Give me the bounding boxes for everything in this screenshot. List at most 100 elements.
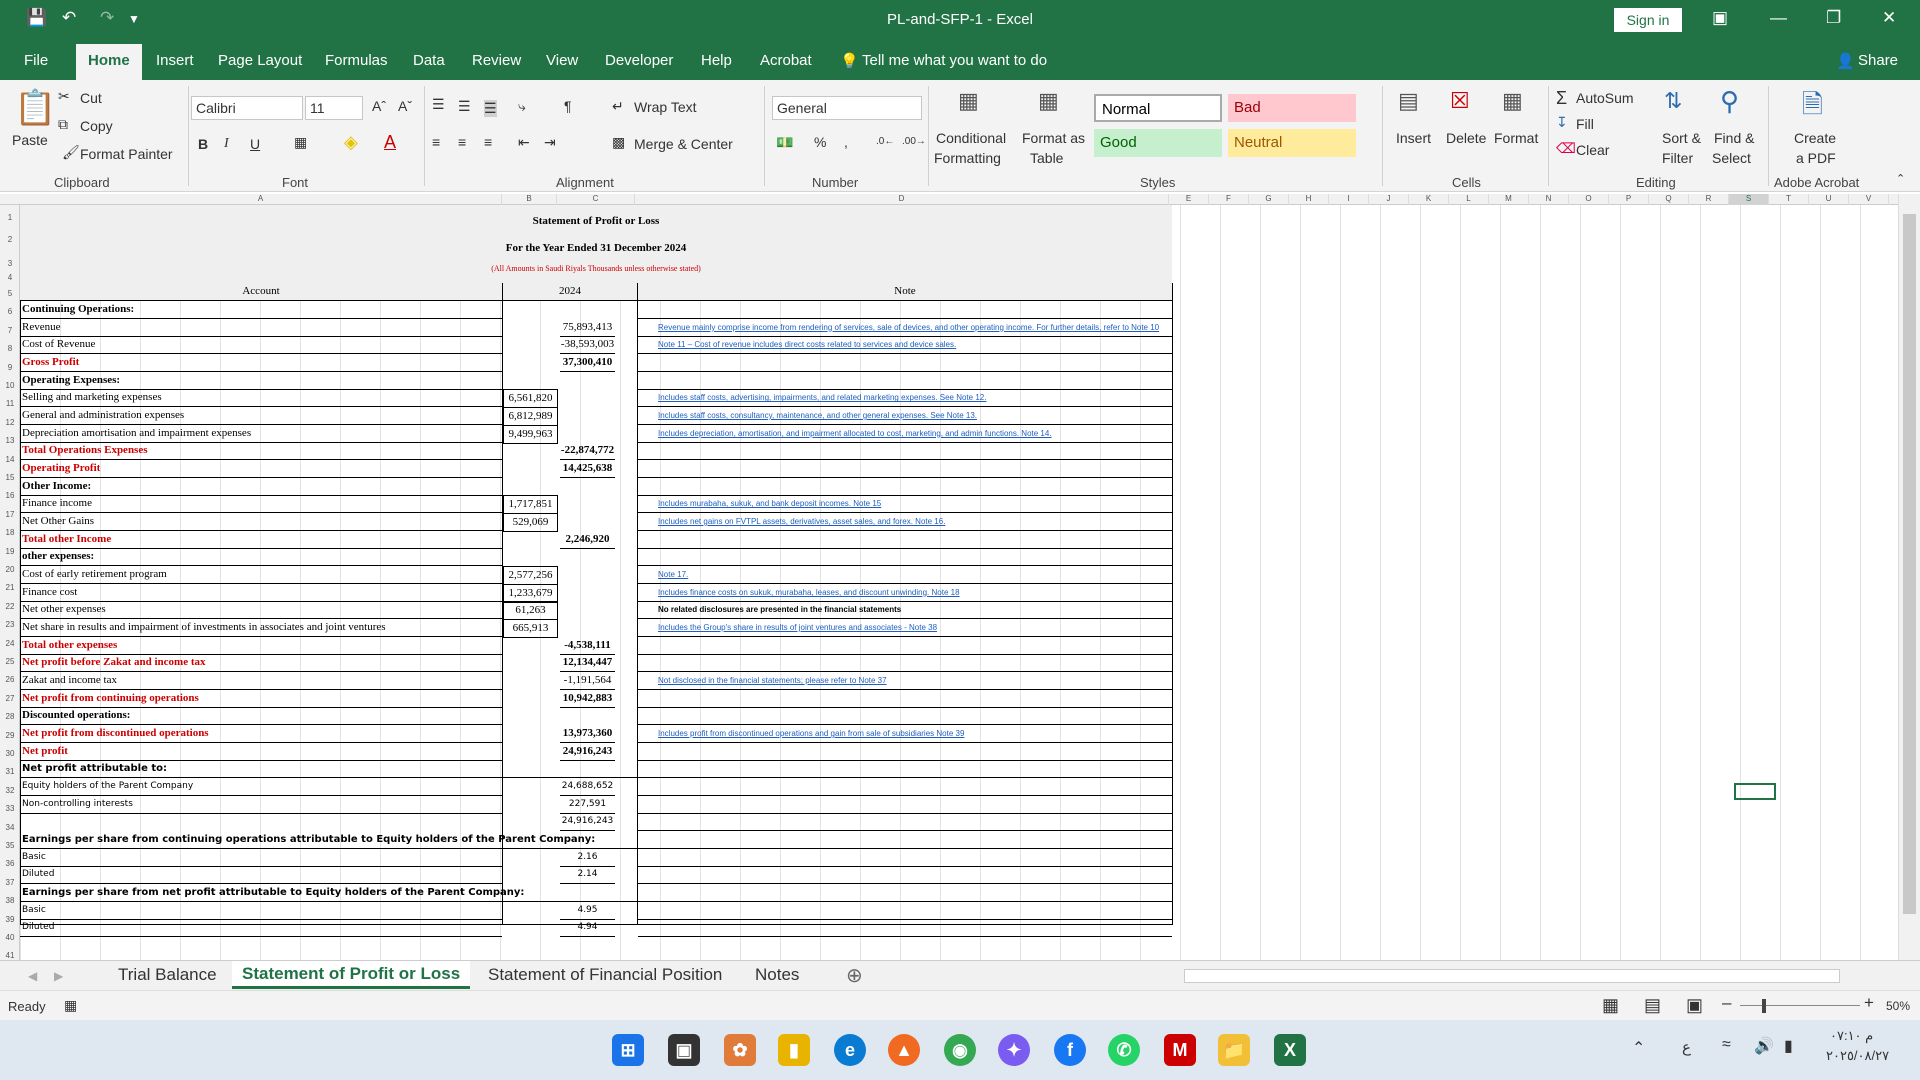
account-label[interactable]: Operating Profit (20, 460, 502, 479)
account-label[interactable]: Diluted (20, 866, 502, 885)
decrease-font-icon[interactable]: Aˇ (398, 98, 412, 114)
copy-icon[interactable]: ⧉ (58, 116, 68, 133)
conditional-formatting-label-2[interactable]: Formatting (934, 150, 1001, 166)
amount-b[interactable]: 529,069 (503, 513, 558, 533)
note-text[interactable]: Note 11 – Cost of revenue includes direc… (658, 336, 1188, 353)
note-text[interactable]: Includes depreciation, amortisation, and… (658, 425, 1188, 442)
row-header[interactable]: 21 (0, 583, 20, 592)
excel-taskbar-icon[interactable]: X (1274, 1034, 1306, 1066)
align-center-icon[interactable]: ≡ (458, 134, 466, 150)
sort-filter-icon[interactable]: ⇅ (1664, 88, 1682, 114)
row-header[interactable]: 39 (0, 915, 20, 924)
increase-decimal-icon[interactable]: .0← (876, 136, 894, 147)
account-label[interactable]: Total other expenses (20, 637, 502, 655)
row-header[interactable]: 17 (0, 510, 20, 519)
share-icon[interactable]: 👤 (1836, 52, 1855, 70)
tab-formulas[interactable]: Formulas (325, 52, 388, 69)
cut-button[interactable]: Cut (80, 90, 102, 106)
column-header[interactable]: M (1489, 194, 1529, 205)
clear-button[interactable]: Clear (1576, 142, 1609, 158)
row-header[interactable]: 5 (0, 289, 20, 298)
tab-view[interactable]: View (546, 52, 578, 69)
new-sheet-icon[interactable]: ⊕ (846, 963, 863, 988)
amount-c[interactable]: 2,246,920 (560, 531, 615, 549)
font-size-combo[interactable]: 11 (305, 96, 363, 120)
autosum-icon[interactable]: Σ (1556, 88, 1567, 109)
scroll-thumb[interactable] (1903, 214, 1916, 914)
note-text[interactable]: Includes net gains on FVTPL assets, deri… (658, 513, 1188, 530)
merge-center-icon[interactable]: ▩ (612, 134, 625, 151)
copilot-icon[interactable]: ✿ (724, 1034, 756, 1066)
page-layout-view-icon[interactable]: ▤ (1644, 995, 1661, 1016)
column-header[interactable]: G (1249, 194, 1289, 205)
amount-c[interactable]: 14,425,638 (560, 460, 615, 479)
brave-icon[interactable]: ▲ (888, 1034, 920, 1066)
amount-c[interactable]: 12,134,447 (560, 654, 615, 673)
format-cells-icon[interactable]: ▦ (1502, 88, 1523, 114)
font-name-combo[interactable]: Calibri (191, 96, 303, 120)
amount-b[interactable]: 6,561,820 (503, 389, 558, 409)
paste-icon[interactable]: 📋 (14, 88, 56, 128)
account-label[interactable]: Gross Profit (20, 354, 502, 372)
column-header[interactable]: B (502, 194, 557, 205)
tray-chevron-icon[interactable]: ⌃ (1632, 1038, 1645, 1058)
account-label[interactable]: Net other expenses (20, 601, 502, 620)
find-select-label-2[interactable]: Select (1712, 150, 1751, 166)
normal-view-icon[interactable]: ▦ (1602, 995, 1619, 1016)
account-label[interactable]: Revenue (20, 319, 502, 337)
note-text[interactable]: No related disclosures are presented in … (658, 601, 1188, 618)
account-label[interactable]: General and administration expenses (20, 407, 502, 426)
account-label[interactable]: Depreciation amortisation and impairment… (20, 425, 502, 443)
amount-c[interactable]: 37,300,410 (560, 354, 615, 372)
start-icon[interactable]: ⊞ (612, 1034, 644, 1066)
format-as-table-label-1[interactable]: Format as (1022, 130, 1085, 146)
row-header[interactable]: 4 (0, 273, 20, 282)
amount-b[interactable]: 61,263 (503, 601, 558, 621)
amount-b[interactable]: 1,233,679 (503, 583, 558, 603)
column-header[interactable]: O (1569, 194, 1609, 205)
style-normal[interactable]: Normal (1094, 94, 1222, 122)
orientation-icon[interactable]: ⤷ (518, 98, 526, 115)
note-text[interactable]: Includes finance costs on sukuk, murabah… (658, 584, 1188, 601)
account-label[interactable]: Net share in results and impairment of i… (20, 619, 502, 638)
align-left-icon[interactable]: ≡ (432, 134, 440, 150)
autosum-button[interactable]: AutoSum (1576, 90, 1634, 106)
row-header[interactable]: 31 (0, 767, 20, 776)
account-label[interactable]: Earnings per share from continuing opera… (20, 831, 920, 850)
format-cells-button[interactable]: Format (1494, 130, 1538, 146)
increase-font-icon[interactable]: Aˆ (372, 98, 386, 114)
row-header[interactable]: 10 (0, 381, 20, 390)
accounting-format-icon[interactable]: 💵 (776, 134, 793, 151)
conditional-formatting-label-1[interactable]: Conditional (936, 130, 1006, 146)
fill-button[interactable]: Fill (1576, 116, 1594, 132)
row-header[interactable]: 9 (0, 363, 20, 372)
account-label[interactable]: Net profit before Zakat and income tax (20, 654, 502, 673)
amount-c[interactable]: 24,688,652 (560, 778, 615, 797)
decrease-decimal-icon[interactable]: .00→ (902, 136, 926, 147)
style-neutral[interactable]: Neutral (1228, 129, 1356, 157)
zoom-level[interactable]: 50% (1886, 999, 1910, 1013)
row-header[interactable]: 26 (0, 675, 20, 684)
tell-me-input[interactable]: Tell me what you want to do (862, 52, 1047, 69)
macro-record-icon[interactable]: ▦ (64, 997, 77, 1014)
row-header[interactable]: 25 (0, 657, 20, 666)
tab-data[interactable]: Data (413, 52, 445, 69)
column-header[interactable]: U (1809, 194, 1849, 205)
restore-icon[interactable]: ❐ (1826, 8, 1841, 28)
account-label[interactable]: Finance cost (20, 584, 502, 602)
row-header[interactable]: 27 (0, 694, 20, 703)
row-header[interactable]: 3 (0, 259, 20, 268)
input-language[interactable]: ع (1682, 1038, 1691, 1056)
page-break-view-icon[interactable]: ▣ (1686, 995, 1703, 1016)
account-label[interactable]: Total other Income (20, 531, 502, 549)
clear-icon[interactable]: ⌫ (1556, 140, 1576, 157)
amount-b[interactable]: 6,812,989 (503, 407, 558, 427)
format-as-table-label-2[interactable]: Table (1030, 150, 1063, 166)
edge-icon[interactable]: e (834, 1034, 866, 1066)
task-view-icon[interactable]: ▣ (668, 1034, 700, 1066)
tab-help[interactable]: Help (701, 52, 732, 69)
horizontal-scrollbar[interactable] (1184, 969, 1840, 983)
row-header[interactable]: 34 (0, 823, 20, 832)
account-label[interactable]: Cost of Revenue (20, 336, 502, 355)
fill-icon[interactable]: ↧ (1556, 114, 1568, 131)
